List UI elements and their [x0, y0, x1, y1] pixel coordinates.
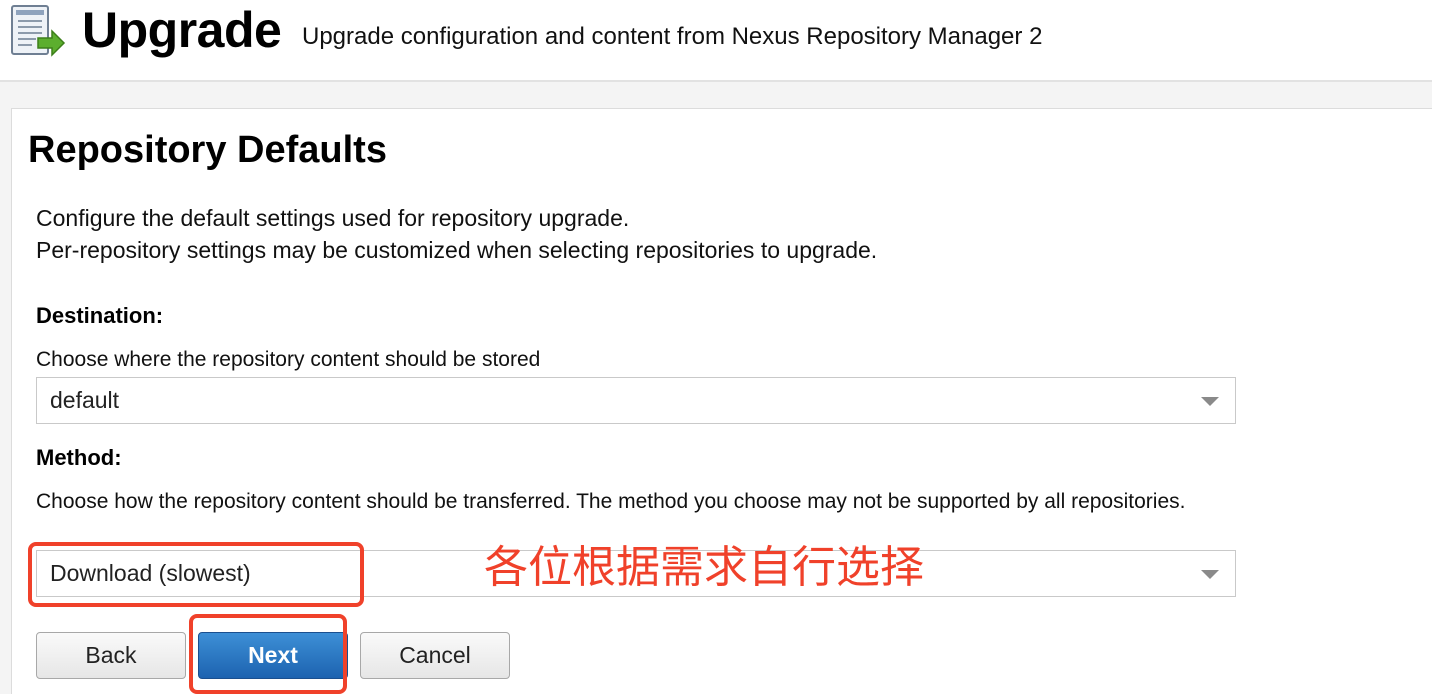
next-button[interactable]: Next: [198, 632, 348, 679]
annotation-text: 各位根据需求自行选择: [484, 542, 924, 593]
method-help-overflow: [36, 517, 1226, 527]
destination-label: Destination:: [36, 303, 164, 328]
page-title: Upgrade: [82, 2, 282, 58]
cancel-button[interactable]: Cancel: [360, 632, 510, 679]
method-label: Method:: [36, 445, 122, 470]
chevron-down-icon: [1201, 570, 1219, 579]
chevron-down-icon: [1201, 397, 1219, 406]
back-button[interactable]: Back: [36, 632, 186, 679]
page-header: Upgrade Upgrade configuration and conten…: [0, 0, 1432, 82]
section-title: Repository Defaults: [28, 129, 387, 171]
destination-help: Choose where the repository content shou…: [36, 348, 541, 371]
destination-selected-value: default: [50, 387, 120, 413]
section-description-line-1: Configure the default settings used for …: [36, 205, 630, 231]
section-description-line-2: Per-repository settings may be customize…: [36, 237, 878, 263]
upgrade-document-arrow-icon: [10, 4, 66, 60]
page-subtitle: Upgrade configuration and content from N…: [302, 23, 1043, 50]
destination-select[interactable]: default: [36, 377, 1236, 424]
method-selected-value: Download (slowest): [50, 560, 251, 586]
